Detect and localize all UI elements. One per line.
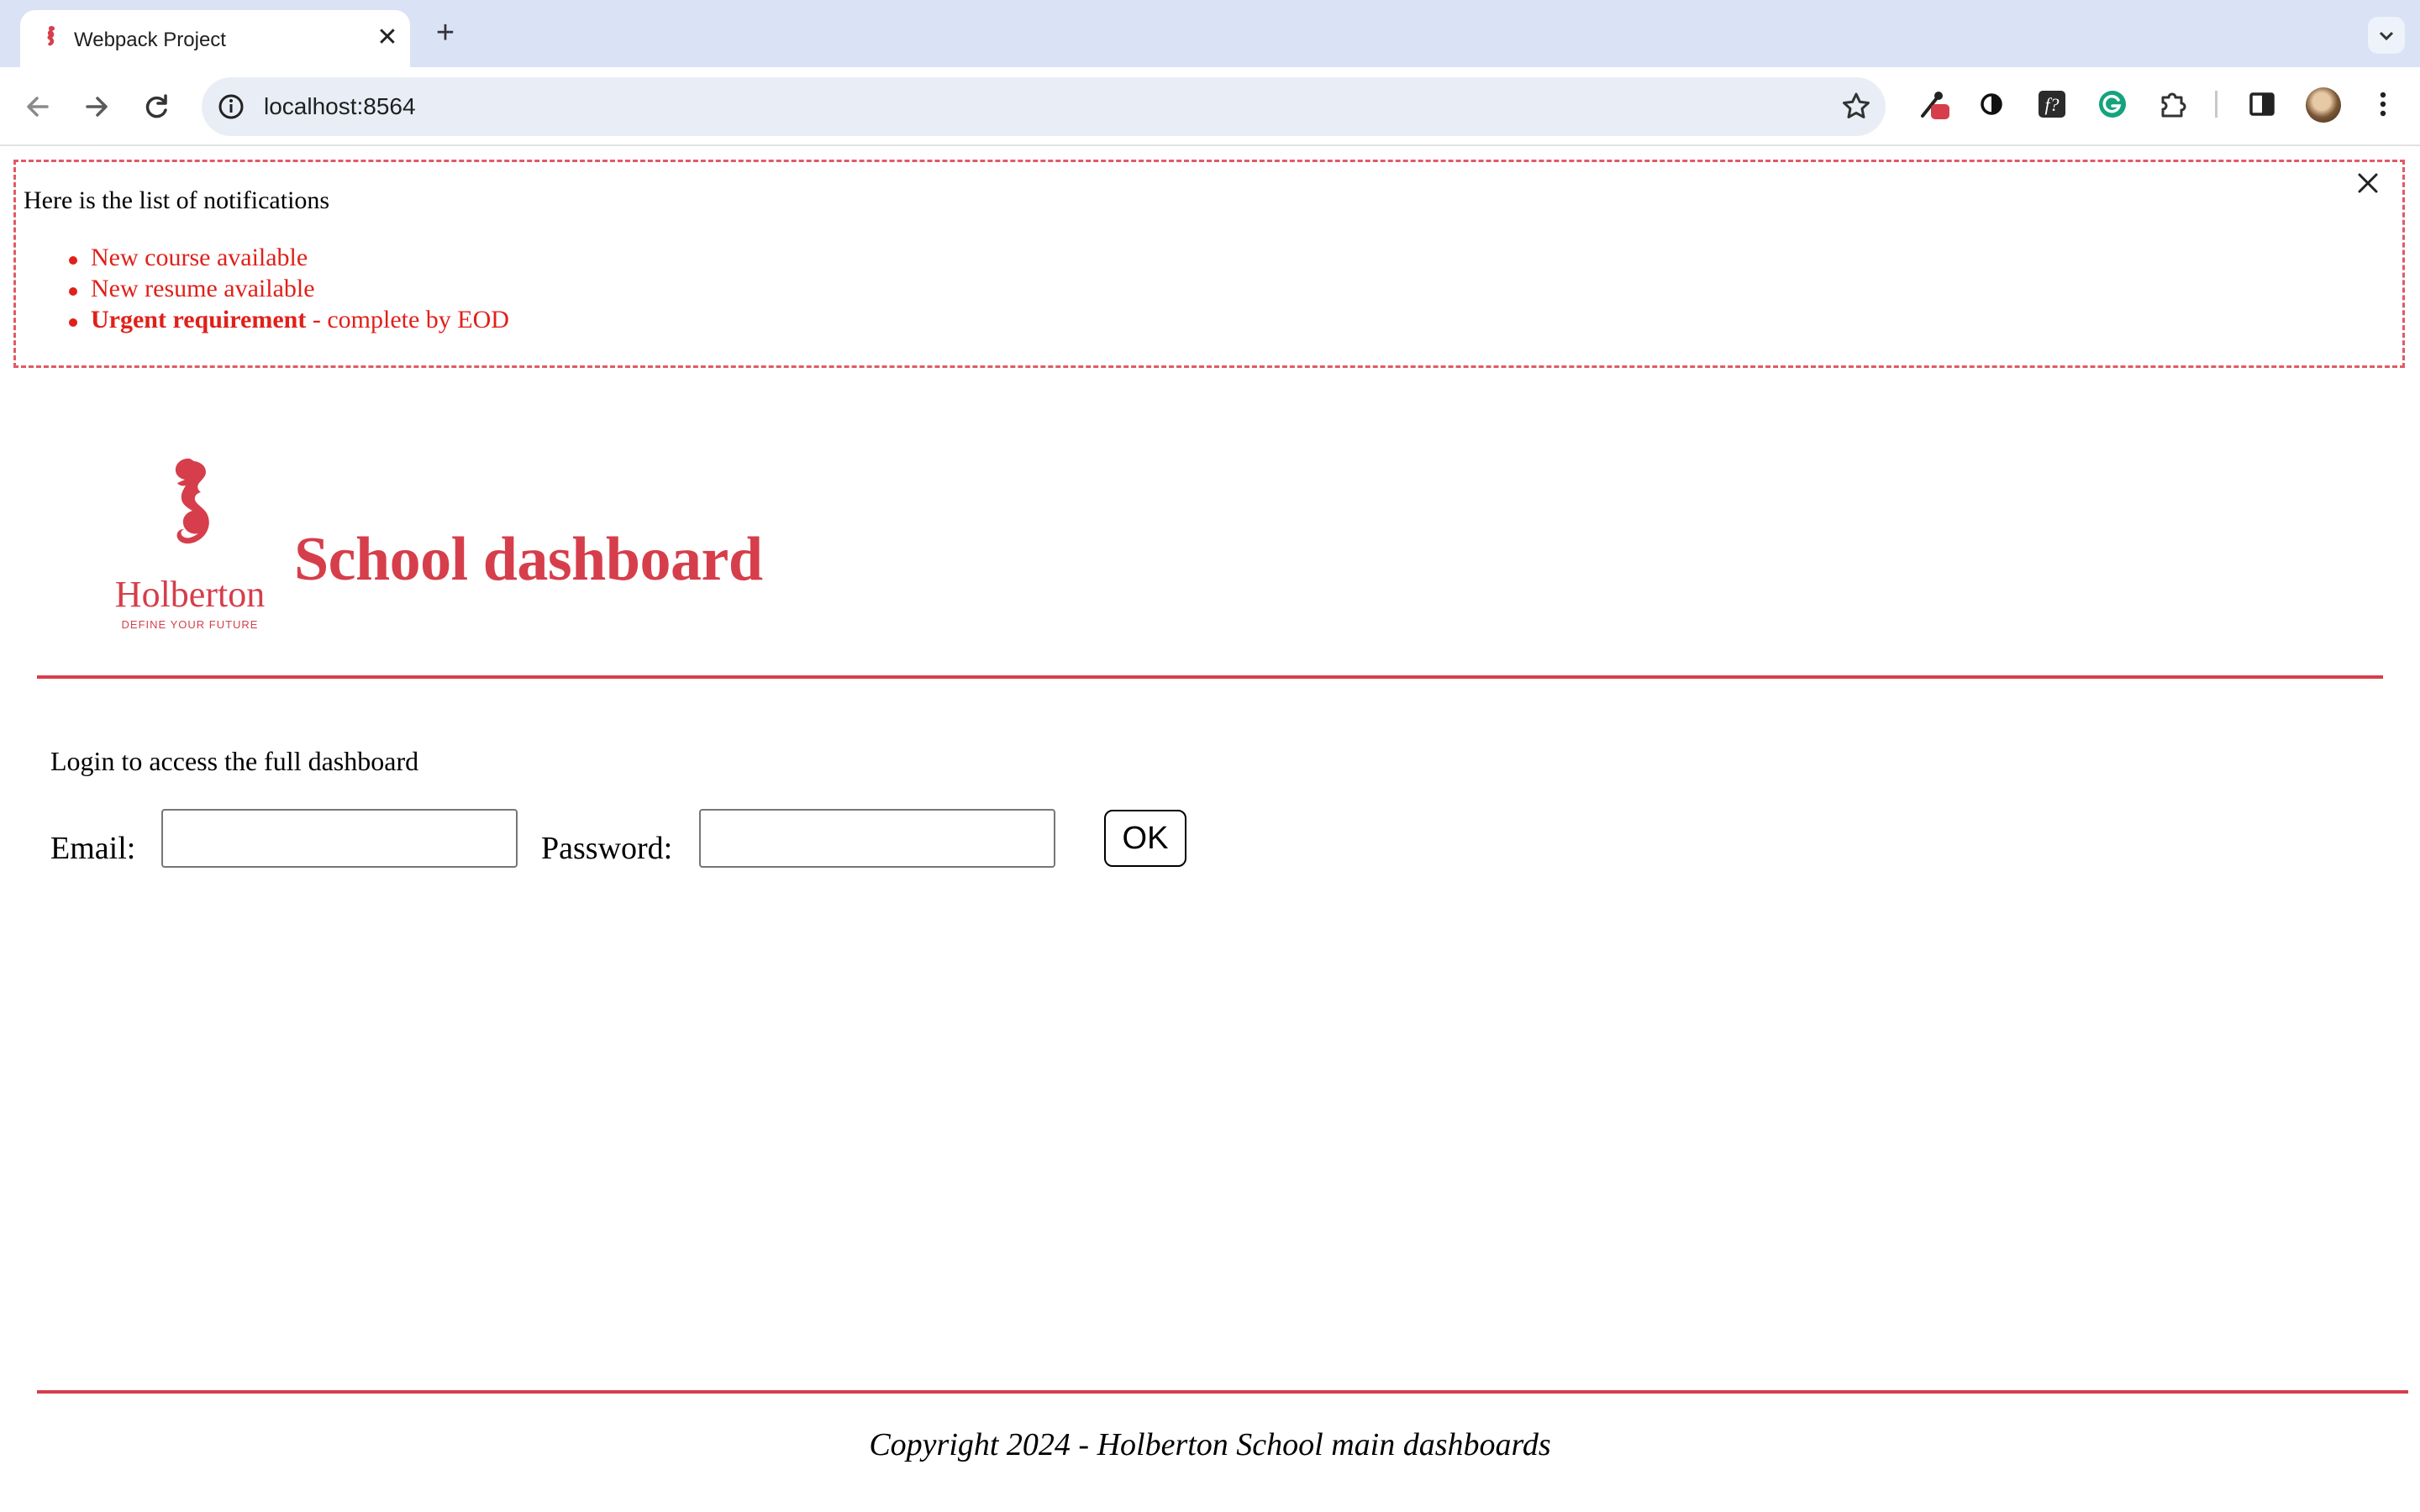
page-title: School dashboard bbox=[294, 525, 763, 594]
extensions-puzzle-icon[interactable] bbox=[2156, 87, 2190, 121]
ok-button[interactable]: OK bbox=[1104, 810, 1186, 867]
notifications-list: New course available New resume availabl… bbox=[69, 244, 509, 337]
side-panel-icon[interactable] bbox=[2245, 87, 2279, 121]
email-field[interactable] bbox=[161, 809, 518, 868]
login-prompt: Login to access the full dashboard bbox=[50, 746, 419, 776]
password-field[interactable] bbox=[699, 809, 1055, 868]
new-tab-icon[interactable]: + bbox=[429, 17, 462, 50]
notification-item[interactable]: New resume available bbox=[69, 275, 509, 306]
tab-title: Webpack Project bbox=[74, 29, 226, 51]
site-info-icon[interactable] bbox=[217, 92, 245, 121]
browser-tab-bar: Webpack Project ✕ + bbox=[0, 0, 2420, 67]
holberton-logo: Holberton DEFINE YOUR FUTURE bbox=[115, 458, 265, 631]
header-divider bbox=[37, 675, 2383, 679]
footer-copyright: Copyright 2024 - Holberton School main d… bbox=[869, 1427, 1551, 1462]
footer-divider bbox=[37, 1390, 2408, 1394]
svg-text:f?: f? bbox=[2044, 94, 2059, 115]
forward-arrow-icon[interactable] bbox=[76, 86, 118, 128]
dark-mode-extension-icon[interactable] bbox=[1975, 87, 2008, 121]
color-picker-extension-icon[interactable] bbox=[1918, 87, 1951, 121]
profile-avatar[interactable] bbox=[2306, 87, 2341, 123]
notifications-title: Here is the list of notifications bbox=[24, 186, 330, 214]
toolbar-divider bbox=[2215, 91, 2217, 118]
logo-wordmark: Holberton bbox=[115, 574, 265, 615]
logo-tagline: DEFINE YOUR FUTURE bbox=[122, 618, 259, 631]
notifications-close-icon[interactable] bbox=[2354, 170, 2381, 197]
font-finder-extension-icon[interactable]: f? bbox=[2035, 87, 2069, 121]
grammarly-extension-icon[interactable] bbox=[2096, 87, 2129, 121]
url-text: localhost:8564 bbox=[264, 93, 416, 119]
browser-tab[interactable]: Webpack Project ✕ bbox=[20, 10, 410, 67]
bookmark-star-icon[interactable] bbox=[1840, 91, 1872, 123]
password-label: Password: bbox=[541, 831, 673, 866]
browser-menu-kebab-icon[interactable] bbox=[2366, 87, 2400, 121]
email-label: Email: bbox=[50, 831, 136, 866]
address-bar[interactable]: localhost:8564 bbox=[202, 77, 1886, 136]
tab-search-chevron-icon[interactable] bbox=[2368, 17, 2405, 54]
notification-item-urgent[interactable]: Urgent requirement - complete by EOD bbox=[69, 306, 509, 337]
seahorse-favicon-icon bbox=[47, 26, 55, 46]
tab-close-icon[interactable]: ✕ bbox=[373, 24, 402, 52]
notification-item[interactable]: New course available bbox=[69, 244, 509, 275]
urgent-label: Urgent requirement bbox=[91, 306, 307, 333]
back-arrow-icon[interactable] bbox=[17, 86, 59, 128]
reload-icon[interactable] bbox=[136, 86, 178, 128]
urgent-detail: - complete by EOD bbox=[306, 306, 509, 333]
